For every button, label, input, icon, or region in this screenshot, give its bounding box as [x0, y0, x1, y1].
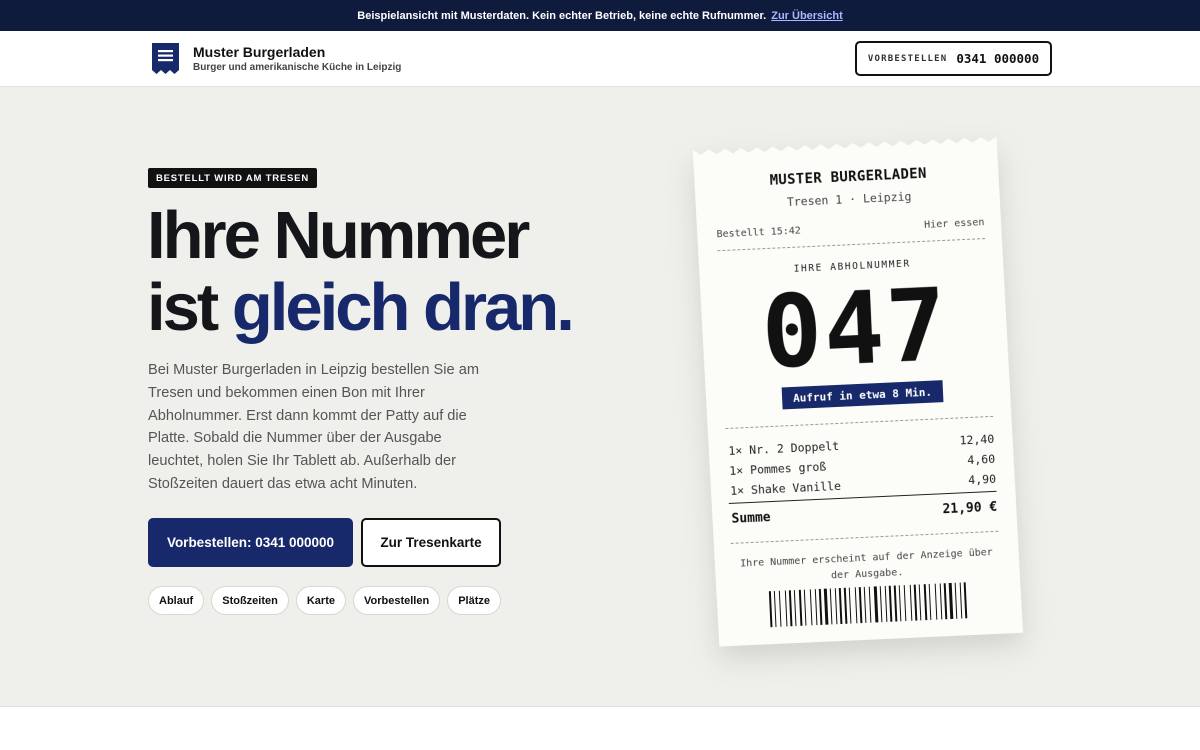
- barcode-bar: [910, 585, 913, 621]
- notice-text: Beispielansicht mit Musterdaten. Kein ec…: [357, 9, 767, 22]
- barcode-bar: [794, 590, 797, 626]
- receipt-logo-icon: [152, 43, 179, 74]
- barcode-bar: [904, 585, 907, 621]
- section-nav: Ablauf Stoßzeiten Karte Vorbestellen Plä…: [148, 586, 501, 615]
- barcode-bar: [815, 589, 818, 625]
- barcode-bar: [844, 588, 848, 624]
- barcode-bar: [785, 590, 788, 626]
- headline-line-2: ist gleich dran.: [147, 270, 575, 345]
- receipt-total: Summe 21,90 €: [731, 500, 997, 527]
- receipt-dining-mode: Hier essen: [923, 217, 985, 231]
- barcode-bar: [869, 587, 872, 623]
- barcode-icon: [769, 582, 970, 627]
- barcode-bar: [944, 583, 948, 619]
- item-name: 1× Nr. 2 Doppelt: [728, 438, 840, 458]
- chip-vorbestellen[interactable]: Vorbestellen: [352, 586, 441, 615]
- barcode-bar: [929, 584, 932, 620]
- barcode-bar: [859, 587, 863, 623]
- chip-plaetze[interactable]: Plätze: [447, 586, 501, 615]
- barcode-bar: [949, 583, 954, 619]
- barcode-bar: [835, 588, 838, 624]
- barcode-bar: [810, 589, 813, 625]
- barcode-bar: [874, 586, 879, 622]
- brand-subtitle: Burger und amerikanische Küche in Leipzi…: [193, 61, 402, 73]
- barcode-bar: [799, 590, 803, 626]
- item-price: 4,90: [967, 471, 997, 488]
- receipt-divider: [731, 531, 999, 544]
- hero-tag: BESTELLT WIRD AM TRESEN: [148, 168, 317, 188]
- barcode-bar: [889, 586, 893, 622]
- barcode-bar: [839, 588, 843, 624]
- barcode-bar: [880, 586, 883, 622]
- barcode-bar: [919, 584, 922, 620]
- header-order-label: VORBESTELLEN: [867, 53, 948, 64]
- barcode-bar: [855, 587, 858, 623]
- total-value: 21,90 €: [942, 499, 998, 518]
- item-price: 4,60: [967, 451, 996, 468]
- hero-lead: Bei Muster Burgerladen in Leipzig bestel…: [148, 362, 479, 492]
- barcode-bar: [940, 583, 943, 619]
- item-name: 1× Pommes groß: [729, 459, 827, 478]
- receipt-divider: [717, 238, 985, 251]
- receipt-ordered-time: Bestellt 15:42: [716, 225, 802, 241]
- overview-link[interactable]: Zur Übersicht: [771, 10, 843, 22]
- site-header: Muster Burgerladen Burger und amerikanis…: [0, 31, 1200, 87]
- notice-bar: Beispielansicht mit Musterdaten. Kein ec…: [0, 0, 1200, 31]
- headline-line-1: Ihre Nummer: [147, 198, 530, 273]
- barcode-bar: [924, 584, 928, 620]
- total-label: Summe: [731, 510, 771, 527]
- barcode-bar: [894, 585, 898, 621]
- brand-text: Muster Burgerladen Burger und amerikanis…: [193, 44, 401, 74]
- barcode-bar: [914, 585, 918, 621]
- pickup-number: 047: [759, 265, 951, 392]
- brand-name: Muster Burgerladen: [193, 43, 326, 60]
- barcode-bar: [774, 591, 777, 627]
- barcode-bar: [819, 589, 823, 625]
- barcode-bar: [955, 583, 958, 619]
- chip-stosszeiten[interactable]: Stoßzeiten: [211, 586, 289, 615]
- chip-ablauf[interactable]: Ablauf: [148, 586, 205, 615]
- header-order-number: 0341 000000: [956, 51, 1040, 66]
- item-name: 1× Shake Vanille: [729, 478, 842, 498]
- item-price: 12,40: [959, 431, 995, 448]
- barcode-bar: [824, 589, 829, 625]
- barcode-bar: [769, 591, 773, 627]
- counter-menu-button[interactable]: Zur Tresenkarte: [361, 518, 501, 567]
- hero-section: BESTELLT WIRD AM TRESEN Ihre Nummer ist …: [0, 87, 1200, 707]
- barcode-bar: [789, 590, 793, 626]
- brand[interactable]: Muster Burgerladen Burger und amerikanis…: [152, 43, 401, 74]
- preorder-call-button[interactable]: Vorbestellen: 0341 000000: [148, 518, 353, 567]
- receipt-meta-row: Bestellt 15:42 Hier essen: [716, 217, 984, 240]
- barcode-bar: [830, 588, 833, 624]
- barcode-bar: [935, 584, 938, 620]
- headline-plain: ist: [147, 270, 219, 345]
- receipt-paper: MUSTER BURGERLADEN Tresen 1 · Leipzig Be…: [693, 136, 1023, 651]
- barcode-bar: [864, 587, 867, 623]
- barcode-bar: [849, 588, 852, 624]
- barcode-bar: [885, 586, 888, 622]
- chip-karte[interactable]: Karte: [295, 586, 346, 615]
- barcode-bar: [964, 582, 968, 618]
- receipt-divider: [725, 416, 993, 429]
- barcode-bar: [960, 583, 963, 619]
- barcode-bar: [899, 585, 902, 621]
- hero-headline: Ihre Nummer ist gleich dran.: [147, 198, 575, 345]
- barcode-bar: [804, 590, 807, 626]
- receipt-illustration: MUSTER BURGERLADEN Tresen 1 · Leipzig Be…: [693, 136, 1023, 651]
- header-order-button[interactable]: VORBESTELLEN 0341 000000: [855, 41, 1052, 76]
- barcode-bar: [779, 591, 782, 627]
- headline-accent: gleich dran.: [231, 270, 575, 345]
